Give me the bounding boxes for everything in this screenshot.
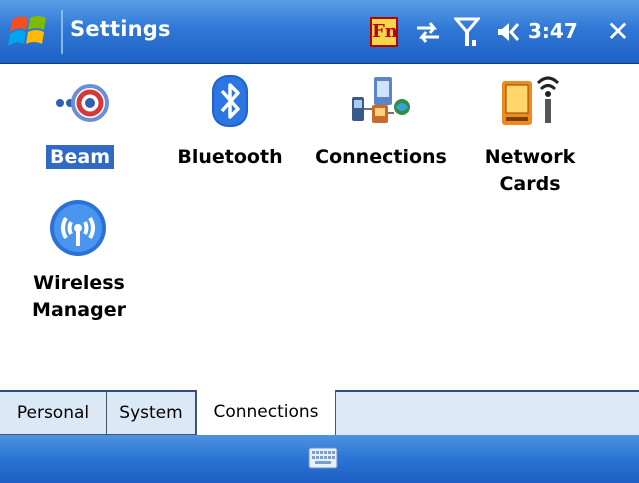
connections-icon xyxy=(350,75,412,133)
tab-system[interactable]: System xyxy=(107,392,196,435)
volume-icon[interactable] xyxy=(496,20,522,44)
network-cards-label-line1: Network xyxy=(484,146,576,168)
tab-bar: Personal System Connections xyxy=(0,390,639,435)
fn-icon[interactable]: Fn xyxy=(370,17,398,47)
beam-label-text: Beam xyxy=(46,145,114,169)
close-button[interactable]: ✕ xyxy=(599,13,637,53)
signal-icon[interactable] xyxy=(452,16,482,48)
bluetooth-label: Bluetooth xyxy=(177,146,283,168)
connections-label: Connections xyxy=(315,146,447,168)
wireless-manager-label: Wireless Manager xyxy=(14,270,144,324)
settings-item-wireless-manager[interactable]: Wireless Manager xyxy=(14,195,144,325)
keyboard-icon[interactable] xyxy=(308,447,338,469)
clock[interactable]: 3:47 xyxy=(528,19,578,43)
menu-bar xyxy=(0,435,639,483)
settings-item-bluetooth[interactable]: Bluetooth xyxy=(168,73,292,183)
beam-label: Beam xyxy=(30,144,130,171)
connectivity-icon[interactable] xyxy=(414,18,442,46)
settings-item-network-cards[interactable]: Network Cards xyxy=(470,73,590,203)
bluetooth-icon xyxy=(208,73,252,133)
network-cards-label-line2: Cards xyxy=(499,173,561,195)
network-cards-label: Network Cards xyxy=(470,144,590,198)
wireless-manager-label-line1: Wireless xyxy=(33,272,125,294)
network-card-icon xyxy=(500,73,560,133)
settings-icon-grid: Beam Bluetooth Connections Network Cards… xyxy=(0,65,639,390)
title-bar: Settings Fn 3:47 ✕ xyxy=(0,0,639,64)
settings-item-connections[interactable]: Connections xyxy=(306,73,456,183)
windows-start-icon[interactable] xyxy=(2,6,60,58)
title-separator xyxy=(61,10,63,54)
wireless-manager-icon xyxy=(48,198,108,262)
settings-item-beam[interactable]: Beam xyxy=(30,73,130,183)
page-title: Settings xyxy=(70,17,171,41)
wireless-manager-label-line2: Manager xyxy=(32,299,126,321)
tab-connections[interactable]: Connections xyxy=(196,390,336,435)
beam-icon xyxy=(52,77,112,133)
tab-personal[interactable]: Personal xyxy=(0,392,107,435)
